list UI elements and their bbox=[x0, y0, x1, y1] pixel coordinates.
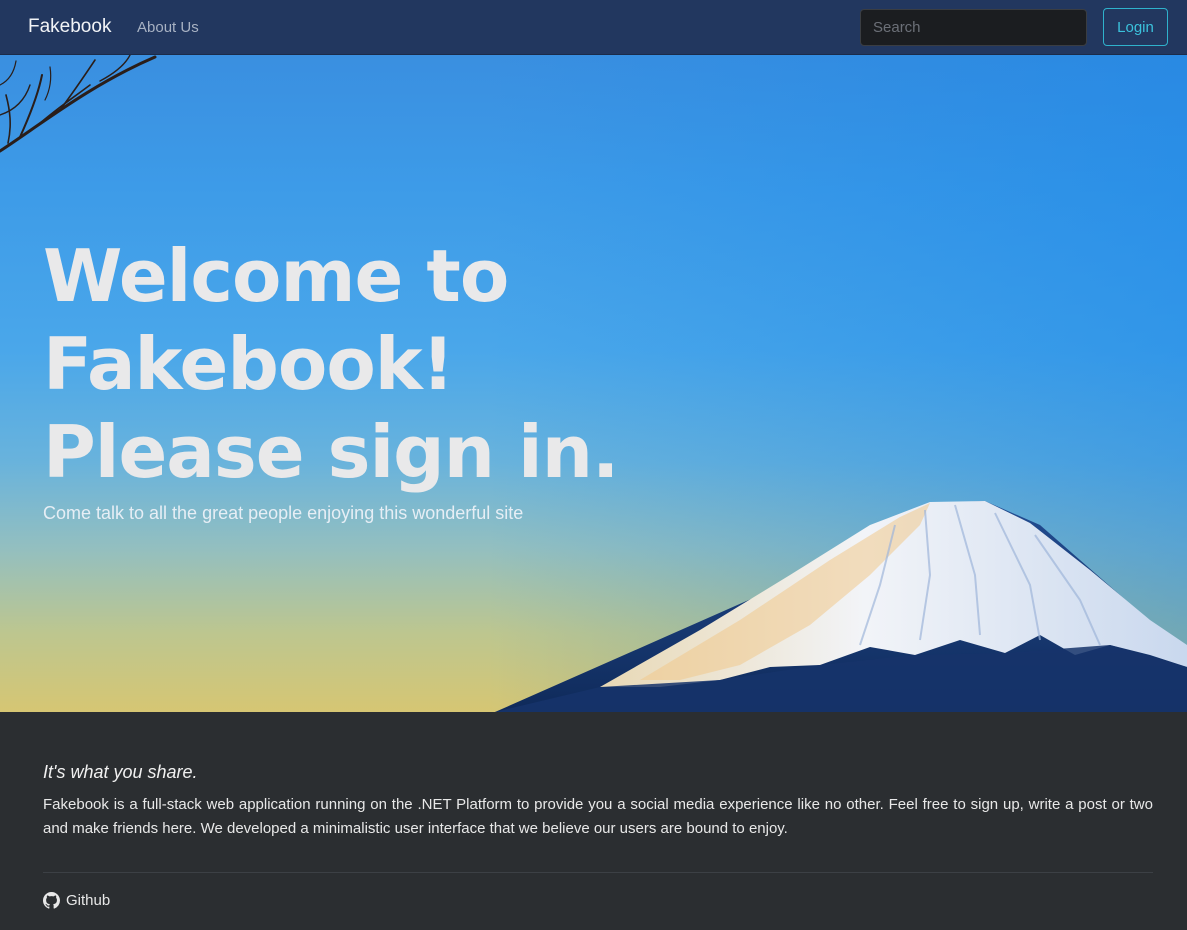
github-link-label: Github bbox=[66, 892, 111, 909]
about-section: It's what you share. Fakebook is a full-… bbox=[0, 712, 1187, 930]
hero-title-line: Please sign in. bbox=[43, 410, 619, 494]
github-link[interactable]: Github bbox=[43, 892, 110, 909]
brand-logo-link[interactable]: Fakebook bbox=[28, 16, 111, 38]
nav-link-about-us[interactable]: About Us bbox=[137, 19, 199, 36]
github-icon bbox=[43, 892, 60, 909]
about-heading: It's what you share. bbox=[43, 762, 198, 782]
login-button[interactable]: Login bbox=[1103, 8, 1168, 46]
search-input[interactable] bbox=[860, 9, 1087, 46]
hero-subtitle: Come talk to all the great people enjoyi… bbox=[43, 503, 524, 523]
hero-section: Welcome to Fakebook! Please sign in. Com… bbox=[0, 55, 1187, 712]
navbar: Fakebook About Us Login bbox=[0, 0, 1187, 55]
about-text: Fakebook is a full-stack web application… bbox=[43, 796, 1153, 837]
hero-title-line: Welcome to bbox=[43, 234, 509, 318]
hero-title-line: Fakebook! bbox=[43, 322, 455, 406]
divider bbox=[43, 872, 1153, 873]
hero-title: Welcome to Fakebook! Please sign in. bbox=[43, 232, 619, 496]
